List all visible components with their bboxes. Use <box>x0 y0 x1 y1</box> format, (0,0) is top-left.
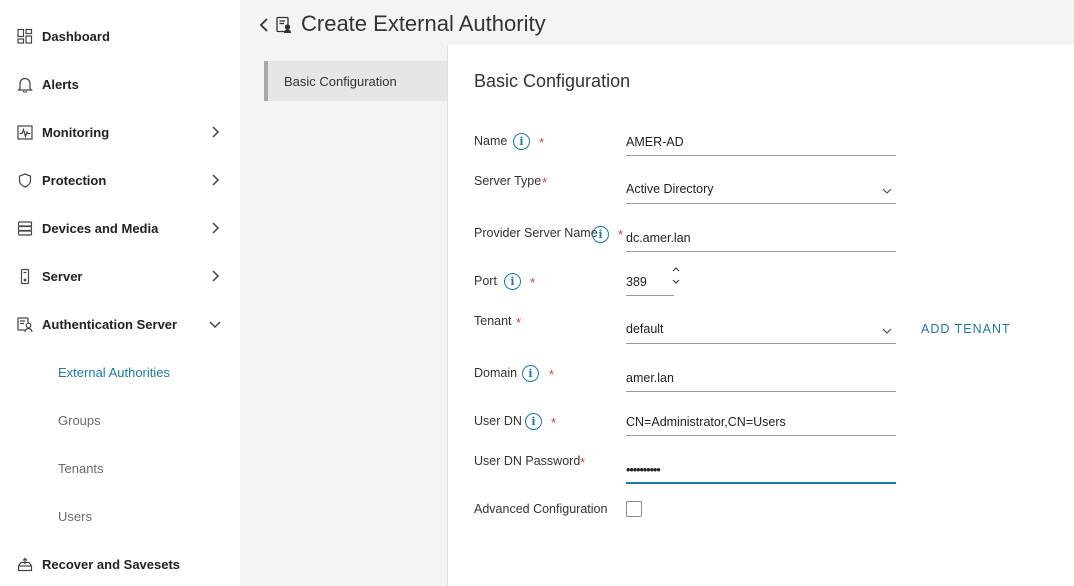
back-arrow-icon[interactable] <box>258 16 270 34</box>
section-nav-basic-configuration[interactable]: Basic Configuration <box>264 61 447 101</box>
divider <box>447 45 448 586</box>
auth-server-icon <box>16 316 33 333</box>
provider-server-name-field[interactable]: dc.amer.lan <box>626 226 896 252</box>
sidebar-item-protection[interactable]: Protection <box>0 156 240 204</box>
bell-icon <box>16 76 33 93</box>
sidebar-subitem-groups[interactable]: Groups <box>0 396 240 444</box>
sidebar-item-label: Monitoring <box>42 124 110 140</box>
sidebar-subitem-tenants[interactable]: Tenants <box>0 444 240 492</box>
tenant-value: default <box>626 322 664 336</box>
info-icon[interactable]: i <box>504 273 521 290</box>
required-marker: * <box>580 455 586 470</box>
required-marker: * <box>542 175 548 190</box>
sidebar-item-dashboard[interactable]: Dashboard <box>0 12 240 60</box>
spinner-arrows-icon[interactable] <box>671 265 681 287</box>
sidebar-item-alerts[interactable]: Alerts <box>0 60 240 108</box>
sidebar-subitem-label: Users <box>58 508 92 524</box>
sidebar-item-recover-and-savesets[interactable]: Recover and Savesets <box>0 540 240 586</box>
chevron-right-icon <box>209 174 221 186</box>
domain-value: amer.lan <box>626 371 674 385</box>
advanced-configuration-checkbox[interactable] <box>626 501 642 517</box>
chevron-down-icon <box>209 318 221 330</box>
user-dn-field[interactable]: CN=Administrator,CN=Users <box>626 410 896 436</box>
sidebar-item-label: Dashboard <box>42 28 110 44</box>
chevron-down-icon <box>882 325 892 335</box>
chevron-right-icon <box>209 126 221 138</box>
sidebar-item-label: Alerts <box>42 76 79 92</box>
add-tenant-button[interactable]: ADD TENANT <box>921 322 1011 336</box>
dashboard-icon <box>16 28 33 45</box>
tenant-label: Tenant <box>474 314 512 328</box>
chevron-down-icon <box>882 185 892 195</box>
user-dn-password-field[interactable]: •••••••••• <box>626 458 896 484</box>
form-title: Basic Configuration <box>474 71 631 91</box>
sidebar-item-authentication-server[interactable]: Authentication Server <box>0 300 240 348</box>
page-title: Create External Authority <box>301 11 546 36</box>
advanced-configuration-label: Advanced Configuration <box>474 502 608 516</box>
required-marker: * <box>530 275 536 290</box>
sidebar-item-label: Server <box>42 268 83 284</box>
recover-icon <box>16 556 33 573</box>
name-field[interactable]: AMER-AD <box>626 130 896 156</box>
sidebar-item-label: Protection <box>42 172 107 188</box>
info-icon[interactable]: i <box>522 365 539 382</box>
sidebar-item-monitoring[interactable]: Monitoring <box>0 108 240 156</box>
server-type-label: Server Type <box>474 174 542 188</box>
monitoring-icon <box>16 124 33 141</box>
name-label: Name <box>474 134 508 148</box>
sidebar-item-server[interactable]: Server <box>0 252 240 300</box>
sidebar-item-label: Devices and Media <box>42 220 159 236</box>
info-icon[interactable]: i <box>592 226 609 243</box>
sidebar-subitem-external-authorities[interactable]: External Authorities <box>0 348 240 396</box>
provider-server-name-value: dc.amer.lan <box>626 231 691 245</box>
required-marker: * <box>549 367 555 382</box>
sidebar-item-label: Authentication Server <box>42 316 178 332</box>
sidebar-item-label: Recover and Savesets <box>42 556 181 572</box>
sidebar-subitem-label: External Authorities <box>58 364 171 380</box>
port-field[interactable]: 389 <box>626 270 674 296</box>
server-icon <box>16 268 33 285</box>
shield-icon <box>16 172 33 189</box>
port-value: 389 <box>626 275 647 289</box>
tenant-select[interactable]: default <box>626 317 896 344</box>
required-marker: * <box>618 227 624 242</box>
document-user-icon <box>276 16 292 34</box>
sidebar-subitem-users[interactable]: Users <box>0 492 240 540</box>
required-marker: * <box>551 415 557 430</box>
required-marker: * <box>516 315 522 330</box>
sidebar: Dashboard Alerts Monitoring Protection D… <box>0 0 240 586</box>
name-value: AMER-AD <box>626 135 684 149</box>
chevron-right-icon <box>209 270 221 282</box>
info-icon[interactable]: i <box>525 413 542 430</box>
user-dn-label: User DN <box>474 414 522 428</box>
provider-server-name-label: Provider Server Name <box>474 226 598 240</box>
user-dn-value: CN=Administrator,CN=Users <box>626 415 786 429</box>
storage-icon <box>16 220 33 237</box>
sidebar-item-devices-and-media[interactable]: Devices and Media <box>0 204 240 252</box>
info-icon[interactable]: i <box>513 133 530 150</box>
chevron-right-icon <box>209 222 221 234</box>
domain-field[interactable]: amer.lan <box>626 366 896 392</box>
sidebar-subitem-label: Tenants <box>58 460 104 476</box>
user-dn-password-label: User DN Password <box>474 454 581 468</box>
section-nav-label: Basic Configuration <box>284 74 397 89</box>
required-marker: * <box>539 135 545 150</box>
port-label: Port <box>474 274 497 288</box>
server-type-value: Active Directory <box>626 182 714 196</box>
section-nav-panel <box>240 45 447 586</box>
sidebar-subitem-label: Groups <box>58 412 101 428</box>
user-dn-password-value: •••••••••• <box>626 463 661 477</box>
domain-label: Domain <box>474 366 518 380</box>
server-type-select[interactable]: Active Directory <box>626 177 896 204</box>
